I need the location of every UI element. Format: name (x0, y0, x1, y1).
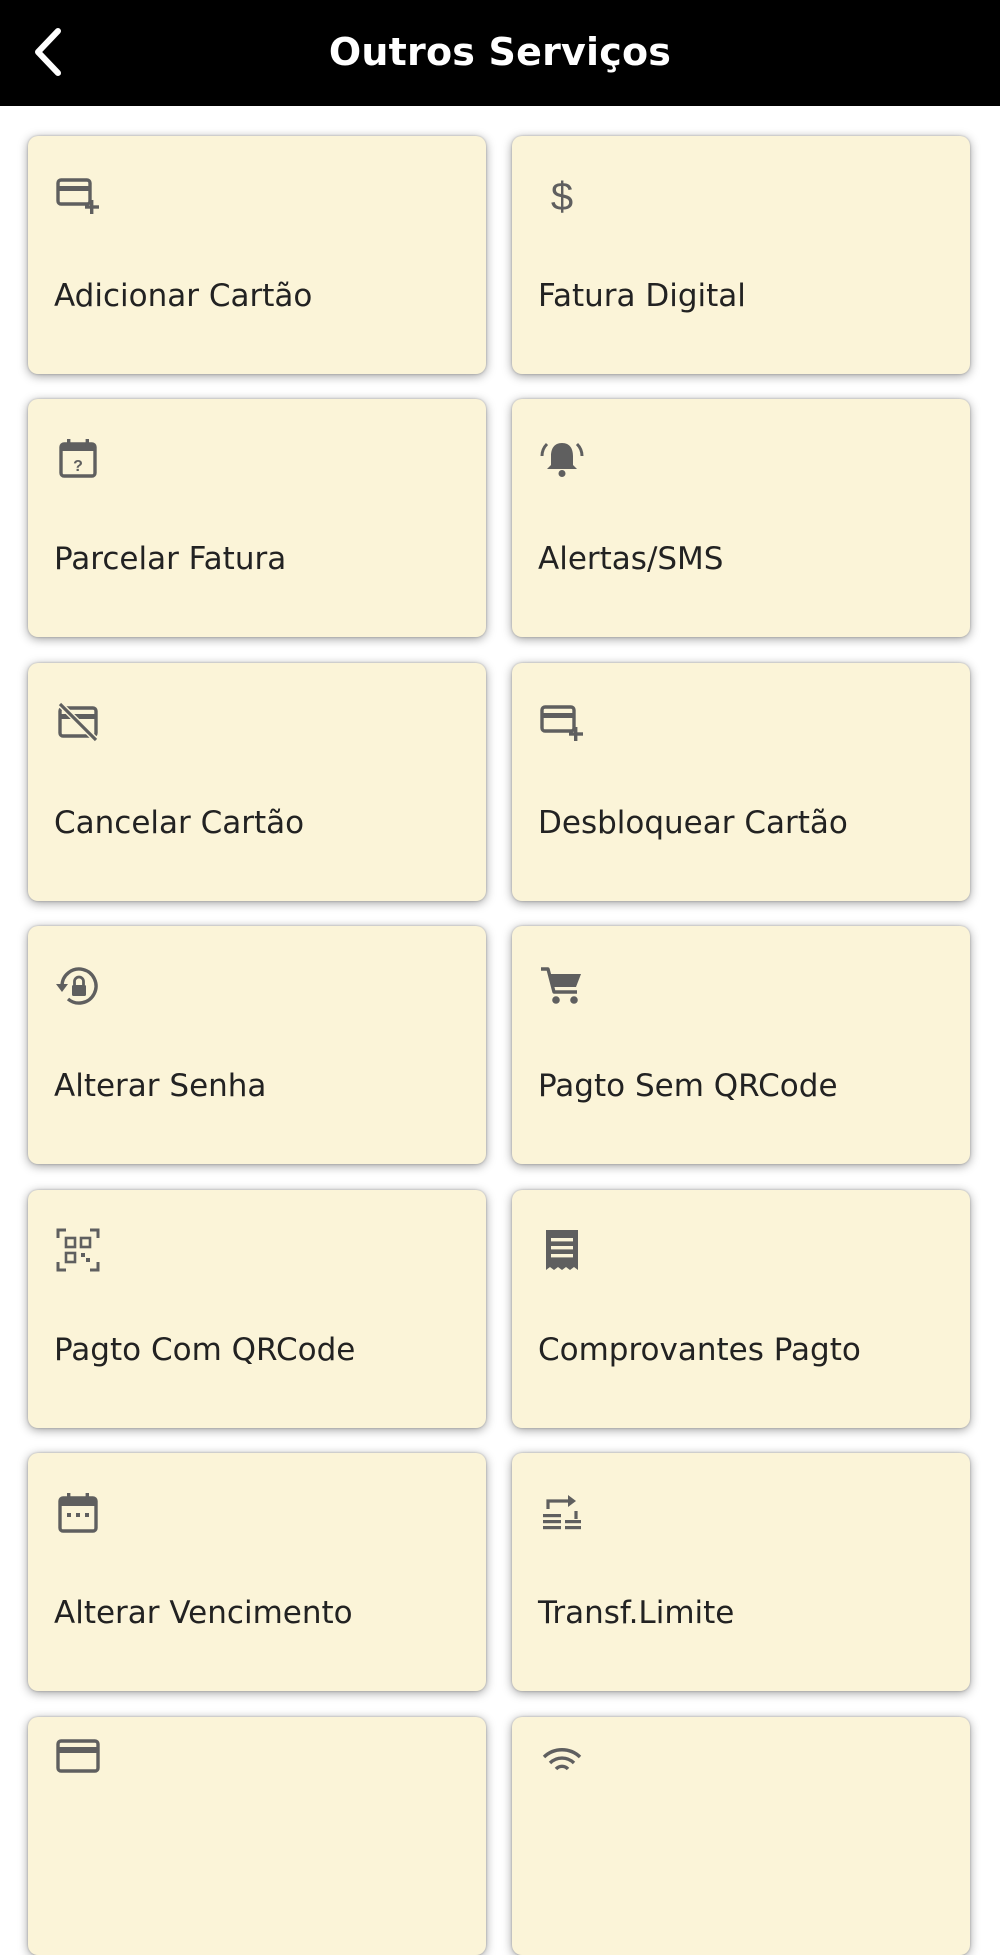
wifi-icon (538, 1733, 586, 1781)
bell-ringing-icon (538, 435, 586, 483)
service-card-fatura-digital[interactable]: $ Fatura Digital (512, 136, 970, 374)
service-card-desbloquear-cartao[interactable]: Desbloquear Cartão (512, 663, 970, 901)
receipt-icon (538, 1226, 586, 1274)
service-card-pagto-com-qrcode[interactable]: Pagto Com QRCode (28, 1190, 486, 1428)
service-label: Comprovantes Pagto (538, 1332, 861, 1368)
service-label: Fatura Digital (538, 278, 746, 314)
service-card-adicionar-cartao[interactable]: Adicionar Cartão (28, 136, 486, 374)
service-label: Alterar Vencimento (54, 1595, 353, 1631)
service-card-partial-left[interactable] (28, 1717, 486, 1955)
service-label: Alterar Senha (54, 1068, 267, 1104)
dollar-icon: $ (538, 172, 586, 220)
service-label: Parcelar Fatura (54, 541, 287, 577)
transfer-limit-icon (538, 1489, 586, 1537)
service-card-alterar-senha[interactable]: Alterar Senha (28, 926, 486, 1164)
service-card-alterar-vencimento[interactable]: Alterar Vencimento (28, 1453, 486, 1691)
service-card-parcelar-fatura[interactable]: ? Parcelar Fatura (28, 399, 486, 637)
qr-scan-icon (54, 1226, 102, 1274)
service-card-comprovantes-pagto[interactable]: Comprovantes Pagto (512, 1190, 970, 1428)
card-off-icon (54, 699, 102, 747)
card-icon (54, 1733, 102, 1781)
service-label: Transf.Limite (538, 1595, 735, 1631)
svg-text:$: $ (551, 175, 573, 219)
service-label: Adicionar Cartão (54, 278, 313, 314)
service-card-partial-right[interactable] (512, 1717, 970, 1955)
service-label: Alertas/SMS (538, 541, 724, 577)
service-card-alertas-sms[interactable]: Alertas/SMS (512, 399, 970, 637)
cart-icon (538, 962, 586, 1010)
services-grid: Adicionar Cartão $ Fatura Digital ? Parc… (0, 0, 1000, 1955)
service-label: Cancelar Cartão (54, 805, 305, 841)
calendar-icon (54, 1489, 102, 1537)
service-label: Pagto Com QRCode (54, 1332, 356, 1368)
add-card-icon (54, 172, 102, 220)
service-card-transf-limite[interactable]: Transf.Limite (512, 1453, 970, 1691)
calendar-question-icon: ? (54, 435, 102, 483)
service-label: Desbloquear Cartão (538, 805, 848, 841)
lock-reset-icon (54, 962, 102, 1010)
svg-text:?: ? (73, 458, 83, 475)
service-label: Pagto Sem QRCode (538, 1068, 838, 1104)
service-card-cancelar-cartao[interactable]: Cancelar Cartão (28, 663, 486, 901)
add-card-icon (538, 699, 586, 747)
service-card-pagto-sem-qrcode[interactable]: Pagto Sem QRCode (512, 926, 970, 1164)
